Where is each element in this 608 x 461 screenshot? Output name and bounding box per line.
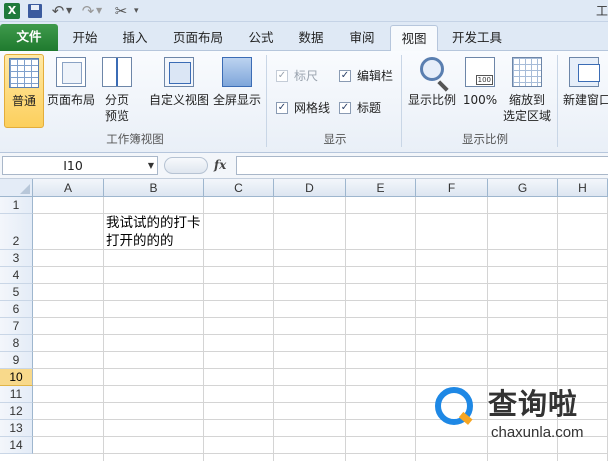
- name-box-dropdown-icon[interactable]: ▼: [148, 157, 154, 174]
- cell-b2[interactable]: 我试试的的打卡打开的的的: [106, 214, 204, 250]
- column-header-h[interactable]: H: [558, 179, 608, 197]
- headings-checkbox[interactable]: ✓ 标题: [339, 99, 389, 117]
- custom-views-button[interactable]: 自定义视图: [148, 54, 210, 128]
- zoom-to-selection-icon: [512, 57, 542, 87]
- tab-file[interactable]: 文件: [0, 24, 58, 51]
- row-header-10[interactable]: 10: [0, 369, 33, 386]
- row-header-4[interactable]: 4: [0, 267, 33, 284]
- column-header-a[interactable]: A: [33, 179, 104, 197]
- tools-icon[interactable]: ✂: [112, 3, 130, 19]
- undo-dropdown-icon[interactable]: ▼: [66, 3, 74, 19]
- row-header-8[interactable]: 8: [0, 335, 33, 352]
- group-separator: [401, 55, 402, 147]
- tab-data[interactable]: 数据: [288, 25, 334, 51]
- row-header-6[interactable]: 6: [0, 301, 33, 318]
- formula-bar: I10 ▼ fx: [0, 153, 608, 179]
- zoom-button[interactable]: 显示比例: [406, 54, 458, 128]
- tab-insert[interactable]: 插入: [112, 25, 158, 51]
- row-header-12[interactable]: 12: [0, 403, 33, 420]
- tab-view[interactable]: 视图: [390, 25, 438, 52]
- column-header-b[interactable]: B: [104, 179, 204, 197]
- grid-row-line: [33, 300, 608, 301]
- column-header-f[interactable]: F: [416, 179, 488, 197]
- tab-review[interactable]: 审阅: [338, 25, 386, 51]
- row-header-1[interactable]: 1: [0, 197, 33, 214]
- quick-access-toolbar: X ↶ ▼ ↷ ▼ ✂ ▾ 工: [0, 0, 608, 22]
- redo-icon[interactable]: ↷: [80, 3, 96, 19]
- undo-icon[interactable]: ↶: [50, 3, 66, 19]
- watermark-text: 查询啦: [488, 387, 579, 421]
- grid-column-line: [103, 197, 104, 461]
- grid-row-line: [33, 334, 608, 335]
- tab-formulas[interactable]: 公式: [238, 25, 284, 51]
- select-all-corner[interactable]: [0, 179, 33, 197]
- row-header-7[interactable]: 7: [0, 318, 33, 335]
- group-label-workbook-views: 工作簿视图: [106, 132, 164, 146]
- row-header-2[interactable]: 2: [0, 214, 33, 250]
- zoom-100-icon: [465, 57, 495, 87]
- watermark-url: chaxunla.com: [491, 424, 584, 441]
- page-break-preview-icon: [102, 57, 132, 87]
- row-header-14[interactable]: 14: [0, 437, 33, 454]
- full-screen-icon: [222, 57, 252, 87]
- column-header-e[interactable]: E: [346, 179, 416, 197]
- normal-view-icon: [9, 58, 39, 88]
- chaxunla-logo-icon: [435, 387, 473, 425]
- grid-row-line: [33, 453, 608, 454]
- gridlines-checkbox[interactable]: ✓ 网格线: [276, 99, 336, 117]
- zoom-100-button[interactable]: 100%: [460, 54, 500, 128]
- grid-row-line: [33, 317, 608, 318]
- full-screen-button[interactable]: 全屏显示: [211, 54, 263, 128]
- excel-app-icon[interactable]: X: [4, 3, 20, 19]
- group-label-zoom: 显示比例: [462, 132, 508, 146]
- grid-column-line: [273, 197, 274, 461]
- group-separator: [557, 55, 558, 147]
- row-header-3[interactable]: 3: [0, 250, 33, 267]
- ribbon-tabs: 文件 开始 插入 页面布局 公式 数据 审阅 视图 开发工具: [0, 22, 608, 52]
- grid-column-line: [415, 197, 416, 461]
- row-header-5[interactable]: 5: [0, 284, 33, 301]
- ribbon-view: 普通 页面布局 分页 预览 自定义视图 全屏显示 工作簿视图 ✓ 标尺 ✓ 编辑栏…: [0, 51, 608, 153]
- column-header-c[interactable]: C: [204, 179, 274, 197]
- tab-developer[interactable]: 开发工具: [442, 25, 512, 51]
- zoom-to-selection-button[interactable]: 缩放到 选定区域: [500, 54, 554, 128]
- zoom-magnifier-icon: [420, 57, 444, 81]
- grid-row-line: [33, 368, 608, 369]
- new-window-icon: [569, 57, 600, 87]
- ruler-checkbox[interactable]: ✓ 标尺: [276, 67, 326, 85]
- formula-input[interactable]: [236, 156, 608, 175]
- group-label-show: 显示: [323, 132, 347, 146]
- formula-bar-checkbox[interactable]: ✓ 编辑栏: [339, 67, 399, 85]
- normal-view-button[interactable]: 普通: [4, 54, 44, 128]
- column-header-d[interactable]: D: [274, 179, 346, 197]
- insert-function-icon[interactable]: fx: [214, 156, 230, 175]
- name-box[interactable]: I10 ▼: [2, 156, 158, 175]
- redo-dropdown-icon[interactable]: ▼: [96, 3, 104, 19]
- customize-qat-icon[interactable]: ▾: [134, 3, 144, 19]
- page-layout-icon: [56, 57, 86, 87]
- column-header-g[interactable]: G: [488, 179, 558, 197]
- tab-page-layout[interactable]: 页面布局: [164, 25, 232, 51]
- custom-views-icon: [164, 57, 194, 87]
- new-window-button[interactable]: 新建窗口: [560, 54, 608, 128]
- grid-column-line: [345, 197, 346, 461]
- row-header-13[interactable]: 13: [0, 420, 33, 437]
- grid-row-line: [33, 283, 608, 284]
- tab-home[interactable]: 开始: [62, 25, 108, 51]
- window-title: 工: [596, 4, 608, 18]
- group-separator: [266, 55, 267, 147]
- grid-row-line: [33, 351, 608, 352]
- page-break-preview-button[interactable]: 分页 预览: [98, 54, 136, 128]
- formula-bar-resize-handle[interactable]: [164, 157, 208, 174]
- row-header-11[interactable]: 11: [0, 386, 33, 403]
- save-icon[interactable]: [28, 4, 42, 18]
- row-header-9[interactable]: 9: [0, 352, 33, 369]
- page-layout-view-button[interactable]: 页面布局: [46, 54, 96, 128]
- grid-row-line: [33, 266, 608, 267]
